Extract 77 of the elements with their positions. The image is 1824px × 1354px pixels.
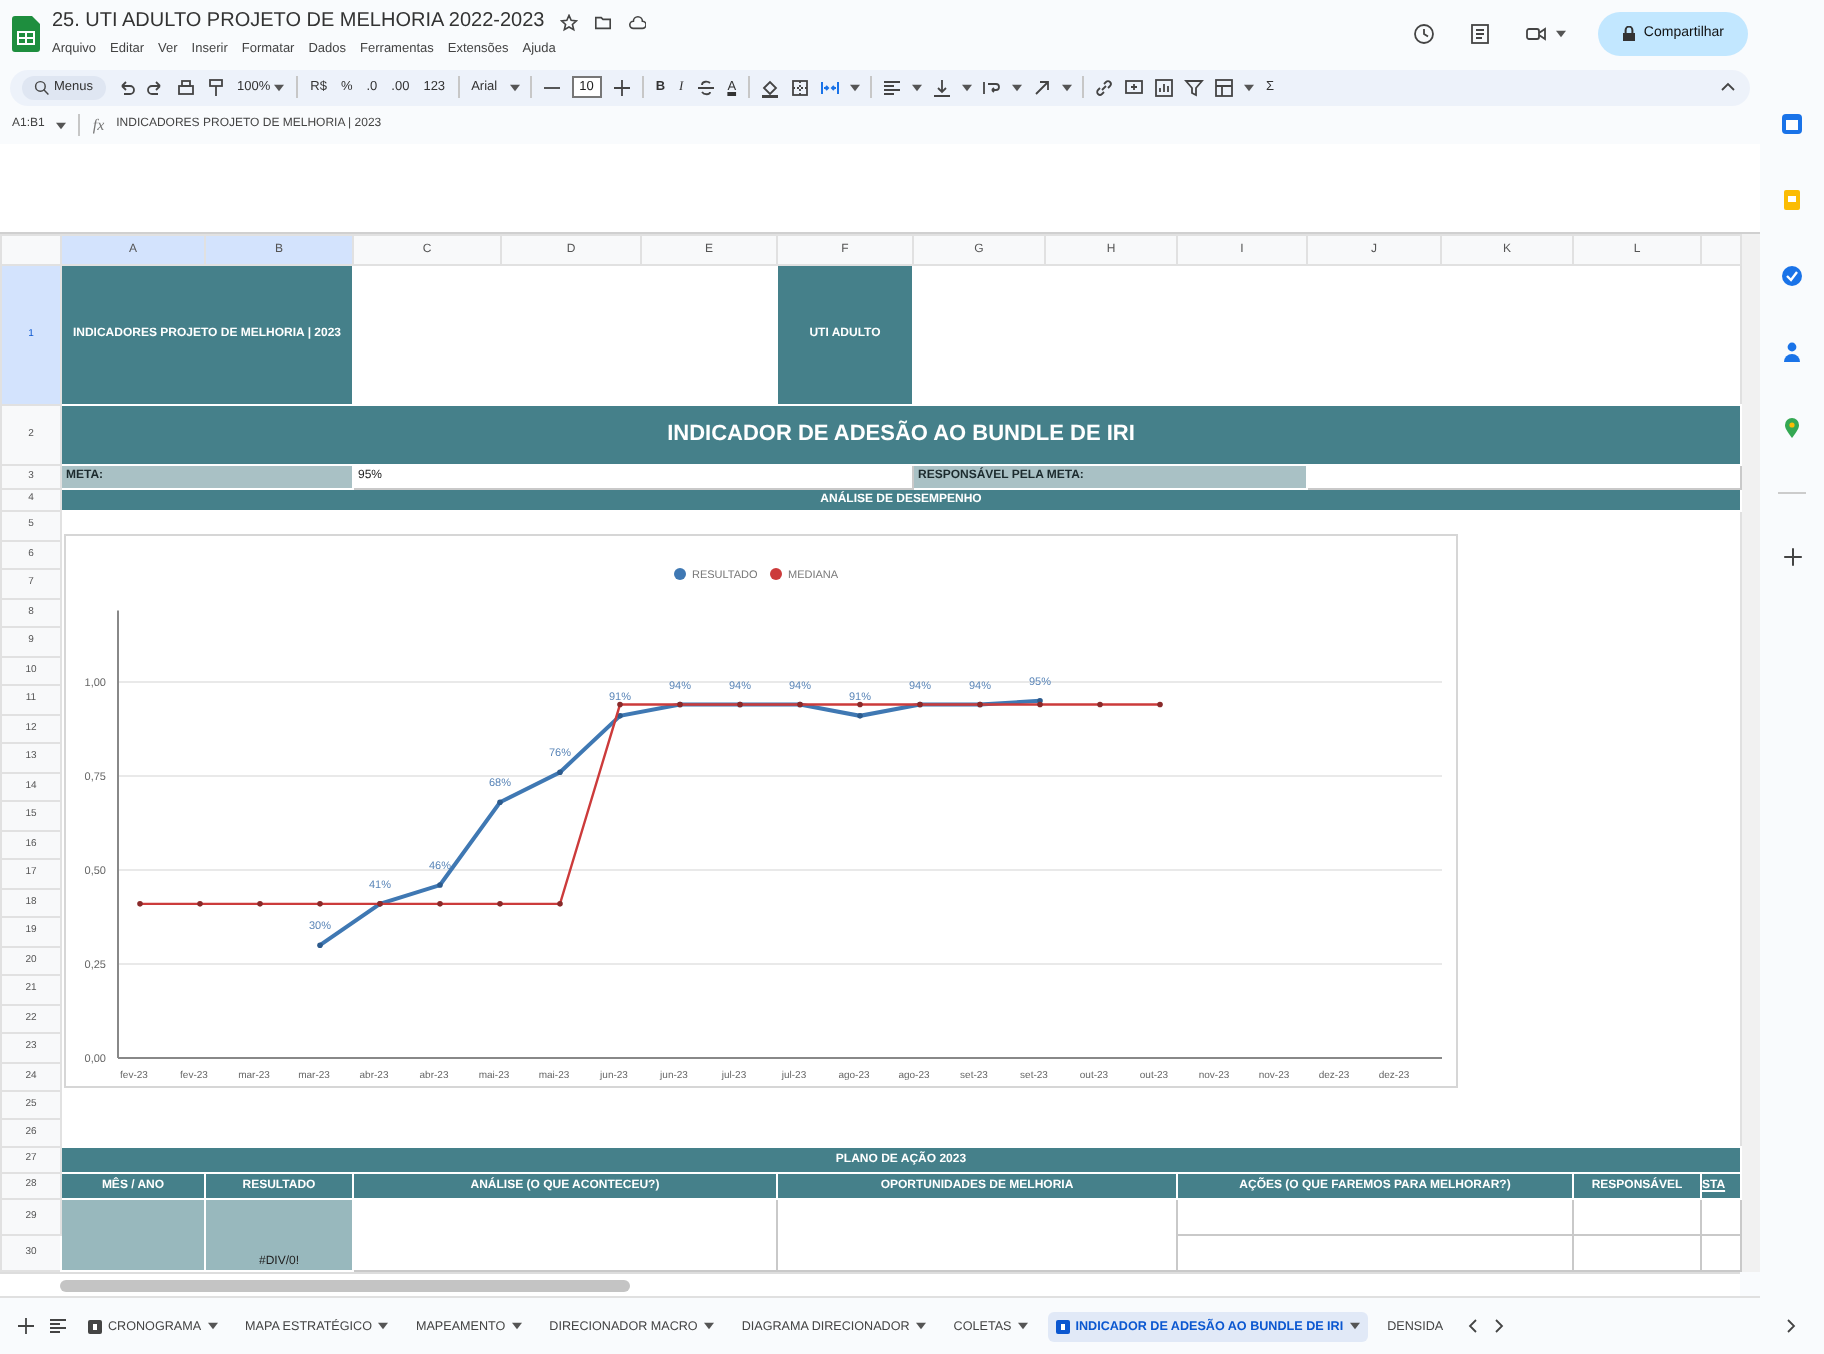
fx-label: fx: [92, 116, 105, 135]
strikethrough-icon[interactable]: [695, 77, 716, 98]
plus-icon[interactable]: [16, 1316, 36, 1337]
link-icon[interactable]: [1094, 77, 1115, 98]
data-point: [497, 800, 503, 806]
caret-icon[interactable]: [850, 83, 861, 92]
vertical-scrollbar[interactable]: [1740, 234, 1760, 1273]
data-point: [617, 702, 623, 708]
square-icon: [1055, 1319, 1070, 1334]
caret-icon[interactable]: [56, 121, 67, 130]
print-icon[interactable]: [175, 77, 196, 98]
square-icon: [88, 1319, 102, 1334]
list-icon[interactable]: [48, 1316, 68, 1337]
calendar-icon[interactable]: [1780, 112, 1804, 136]
table-icon[interactable]: [1214, 77, 1235, 98]
data-point: [557, 770, 563, 776]
borders-icon[interactable]: [790, 77, 811, 98]
caret-icon[interactable]: [915, 1322, 926, 1331]
caret-icon[interactable]: [1017, 1322, 1028, 1331]
data-point: [557, 901, 563, 908]
cloud-icon[interactable]: [628, 13, 647, 32]
caret-icon[interactable]: [912, 83, 923, 92]
scrollbar-thumb[interactable]: [60, 1279, 630, 1292]
caret-icon[interactable]: [511, 1322, 522, 1331]
tasks-icon[interactable]: [1780, 264, 1804, 288]
chevron-right-icon[interactable]: [1784, 1317, 1800, 1334]
plus-icon[interactable]: [611, 77, 632, 98]
chevron-right-icon[interactable]: [1491, 1318, 1508, 1335]
folder-icon[interactable]: [594, 13, 613, 32]
data-point: [257, 901, 263, 908]
caret-icon[interactable]: [207, 1322, 218, 1331]
rotate-text-icon[interactable]: [1032, 77, 1053, 98]
clock-icon[interactable]: [1411, 21, 1436, 46]
chart-icon[interactable]: [1154, 77, 1175, 98]
data-point: [317, 943, 323, 949]
caret-icon[interactable]: [962, 83, 973, 92]
map-pin-icon[interactable]: [1780, 416, 1804, 440]
chevron-left-icon[interactable]: [1463, 1318, 1480, 1335]
caret-icon[interactable]: [1555, 29, 1566, 38]
paint-format-icon[interactable]: [205, 77, 226, 98]
align-icon[interactable]: [882, 77, 903, 98]
caret-icon[interactable]: [1349, 1322, 1360, 1331]
caret-icon[interactable]: [1062, 83, 1073, 92]
caret-icon[interactable]: [1244, 83, 1255, 92]
data-point: [857, 702, 863, 708]
comment-icon[interactable]: [1467, 21, 1492, 46]
spreadsheet-logo[interactable]: [12, 15, 40, 52]
data-point: [497, 901, 503, 908]
star-icon[interactable]: [560, 13, 579, 32]
vertical-align-icon[interactable]: [932, 77, 953, 98]
fill-color-icon[interactable]: [760, 77, 781, 98]
lock-icon: [1621, 25, 1636, 42]
caret-icon[interactable]: [274, 83, 285, 92]
data-point: [1157, 702, 1163, 708]
undo-icon[interactable]: [115, 77, 136, 98]
wrap-text-icon[interactable]: [982, 77, 1003, 98]
data-point: [857, 713, 863, 720]
redo-icon[interactable]: [145, 77, 166, 98]
plus-icon[interactable]: [1781, 546, 1803, 568]
data-point: [197, 901, 203, 908]
caret-icon[interactable]: [703, 1322, 714, 1331]
filter-icon[interactable]: [1184, 77, 1205, 98]
merge-cells-icon[interactable]: [820, 77, 841, 98]
data-point: [437, 901, 443, 908]
person-icon[interactable]: [1780, 340, 1804, 364]
data-point: [317, 901, 323, 908]
search-icon: [34, 79, 50, 96]
caret-icon[interactable]: [377, 1322, 388, 1331]
caret-icon[interactable]: [1012, 83, 1023, 92]
add-comment-icon[interactable]: [1124, 77, 1145, 98]
sheet-title: INDICADOR DE ADESÃO AO BUNDLE DE IRI: [61, 405, 1741, 466]
data-point: [137, 901, 143, 908]
data-point: [437, 882, 443, 889]
data-point: [1097, 702, 1103, 708]
caret-icon[interactable]: [509, 83, 520, 92]
data-point: [617, 713, 623, 720]
document-title[interactable]: 25. UTI ADULTO PROJETO DE MELHORIA 2022-2023: [52, 10, 545, 34]
